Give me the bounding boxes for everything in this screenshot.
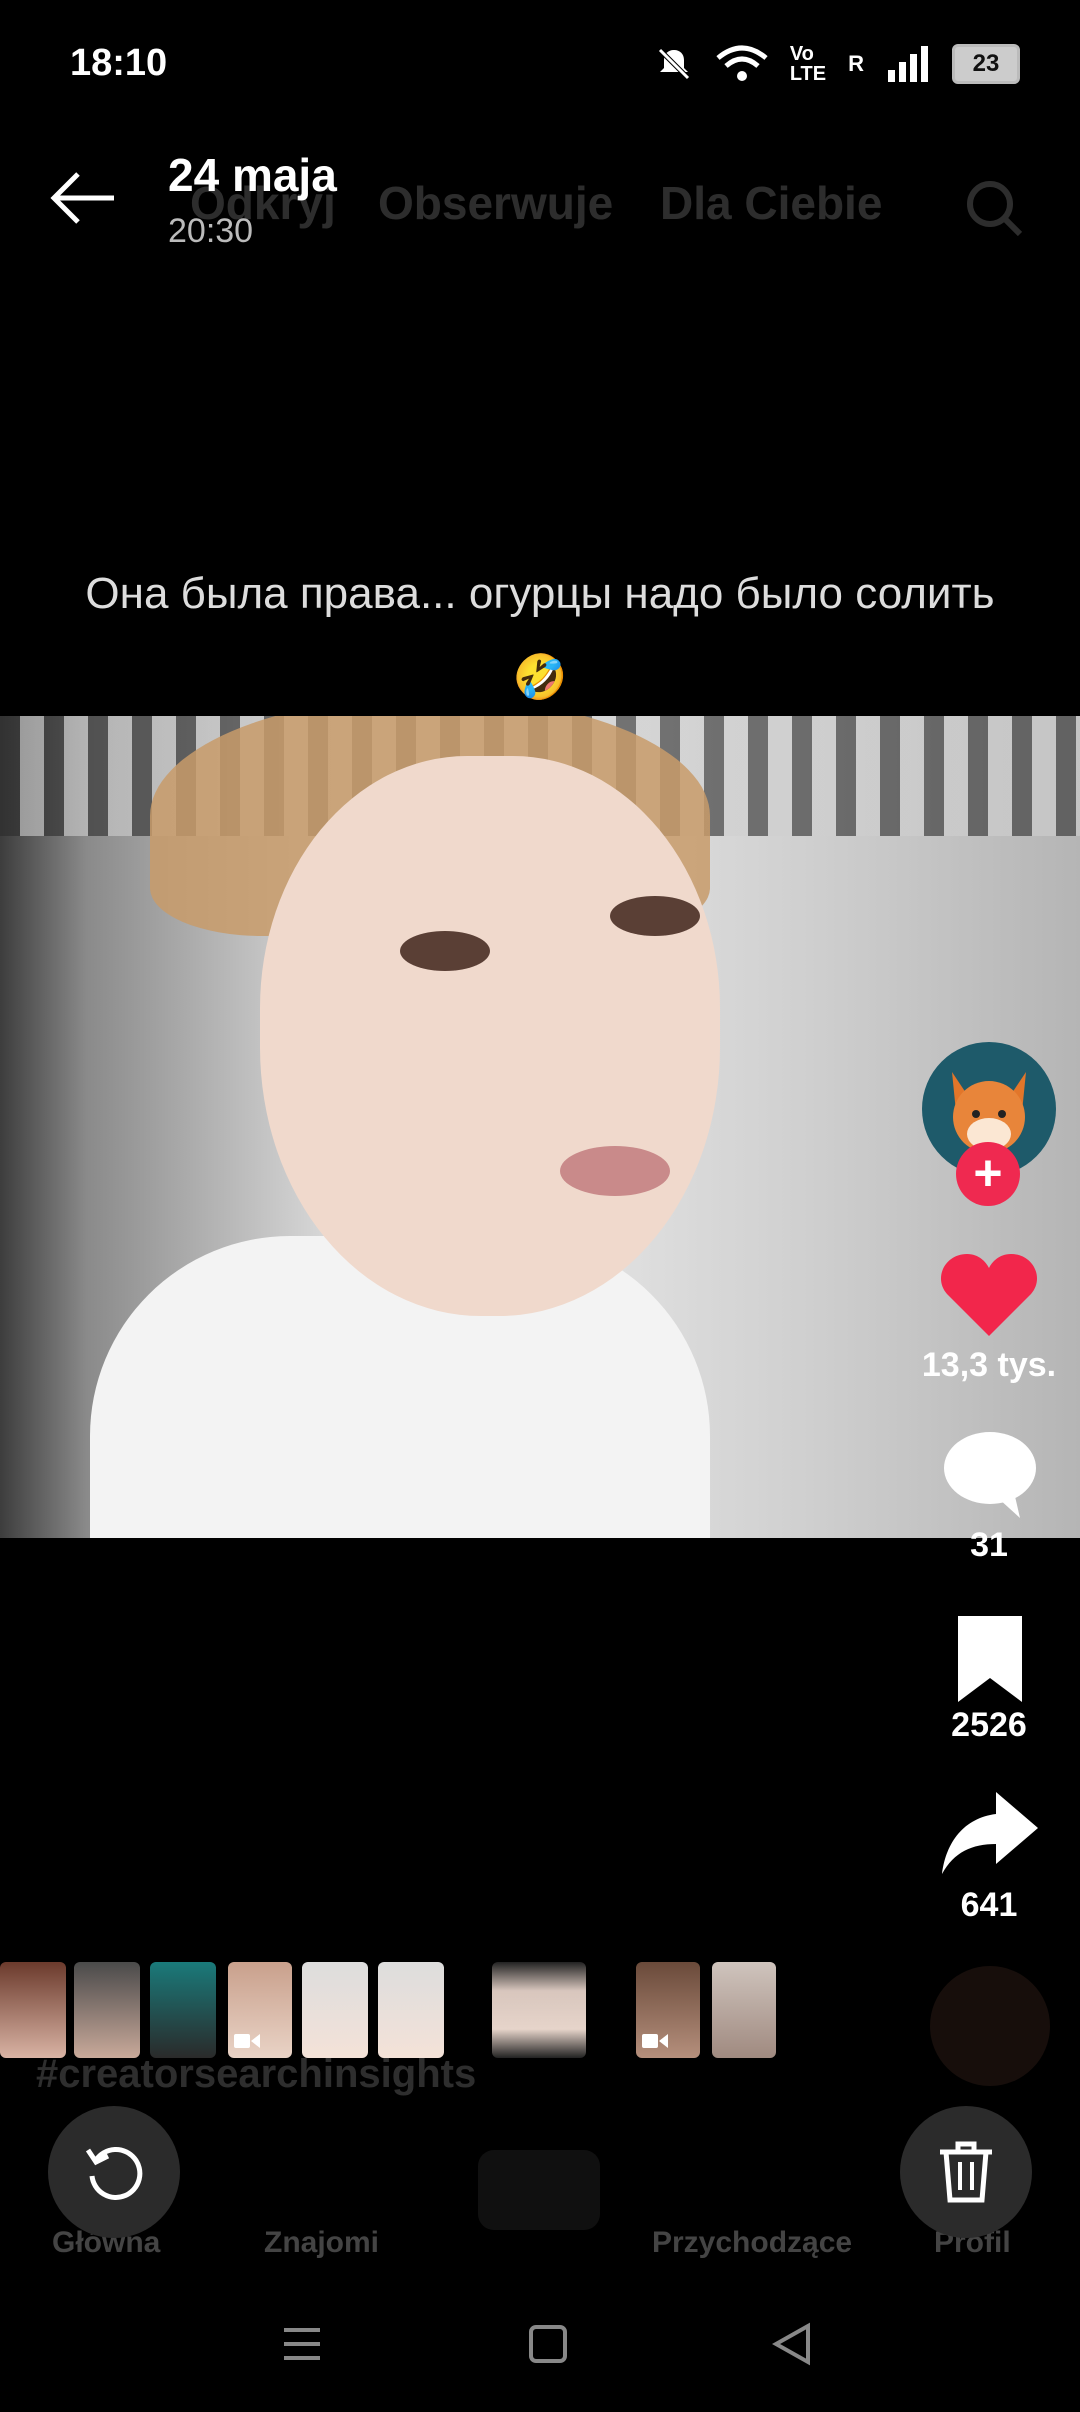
battery-icon: 23 xyxy=(952,44,1020,84)
thumbnail[interactable] xyxy=(302,1962,368,2058)
thumbnail[interactable] xyxy=(636,1962,700,2058)
right-eye-shape xyxy=(610,896,700,936)
background-search-icon xyxy=(967,181,1023,237)
thumbnail-strip[interactable] xyxy=(0,1962,1080,2058)
thumbnail[interactable] xyxy=(74,1962,140,2058)
thumbnail[interactable] xyxy=(492,1962,586,2058)
thumbnail[interactable] xyxy=(150,1962,216,2058)
shares-count: 641 xyxy=(960,1886,1018,1924)
network-label: Vo LTE xyxy=(789,43,827,85)
trash-icon xyxy=(940,2141,992,2203)
video-caption: Она была права... огурцы надо было солит… xyxy=(85,569,995,702)
background-tab-following: Obserwuje xyxy=(378,177,614,229)
battery-level: 23 xyxy=(972,50,1000,77)
roaming-label: R xyxy=(848,51,864,76)
video-camera-icon xyxy=(642,2034,668,2048)
mute-icon xyxy=(658,48,690,80)
saves-count: 2526 xyxy=(951,1706,1027,1744)
background-nav-friends: Znajomi xyxy=(264,2226,380,2259)
restore-button[interactable] xyxy=(48,2106,180,2238)
video-frame[interactable] xyxy=(0,716,1080,1538)
lips-shape xyxy=(560,1146,670,1196)
comment-icon[interactable] xyxy=(940,1430,1040,1520)
signal-icon xyxy=(888,46,928,82)
home-nav-icon[interactable] xyxy=(528,2322,568,2366)
background-tab-for-you: Dla Ciebie xyxy=(660,177,883,229)
wifi-icon xyxy=(716,45,768,81)
heart-icon[interactable] xyxy=(939,1250,1039,1340)
comments-count: 31 xyxy=(970,1526,1008,1564)
follow-button[interactable]: + xyxy=(956,1142,1020,1206)
delete-button[interactable] xyxy=(900,2106,1032,2238)
header-date: 24 maja xyxy=(168,149,337,201)
likes-count: 13,3 tys. xyxy=(921,1346,1057,1384)
bookmark-icon[interactable] xyxy=(940,1614,1040,1704)
thumbnail[interactable] xyxy=(712,1962,776,2058)
header-time: 20:30 xyxy=(168,212,254,250)
thumbnail[interactable] xyxy=(378,1962,444,2058)
background-nav: Odkryj Obserwuje Dla Ciebie xyxy=(0,176,1080,237)
video-camera-icon xyxy=(234,2034,260,2048)
share-icon[interactable] xyxy=(940,1788,1040,1878)
menu-nav-icon[interactable] xyxy=(282,2322,322,2366)
background-hashtag: #creatorsearchinsights xyxy=(36,2052,477,2096)
status-icons: Vo LTE R 23 xyxy=(654,44,1020,84)
back-nav-icon[interactable] xyxy=(772,2322,812,2366)
left-eye-shape xyxy=(400,931,490,971)
background-nav-inbox: Przychodzące xyxy=(652,2226,853,2259)
thumbnail[interactable] xyxy=(228,1962,292,2058)
face-shape xyxy=(260,756,720,1316)
restore-icon xyxy=(85,2146,143,2200)
background-create-button xyxy=(478,2150,600,2230)
status-time: 18:10 xyxy=(70,42,168,84)
thumbnail[interactable] xyxy=(0,1962,66,2058)
back-arrow-icon[interactable] xyxy=(48,168,120,228)
